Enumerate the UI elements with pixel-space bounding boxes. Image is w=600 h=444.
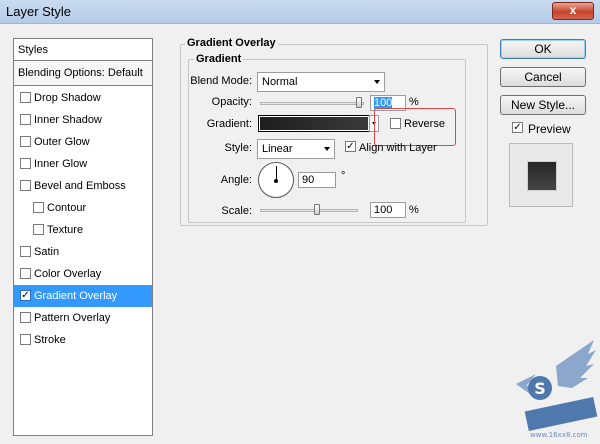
scale-value: 100	[374, 204, 393, 216]
style-item-gradient-overlay[interactable]: ✓ Gradient Overlay	[14, 285, 152, 307]
svg-text:www.16xx8.com: www.16xx8.com	[530, 431, 588, 439]
close-button[interactable]: x	[552, 2, 594, 20]
style-item-inner-glow[interactable]: Inner Glow	[14, 153, 152, 175]
style-item-label: Inner Glow	[34, 158, 88, 170]
preview-square	[528, 162, 556, 190]
style-item-pattern-overlay[interactable]: Pattern Overlay	[14, 307, 152, 329]
angle-center-dot	[274, 179, 278, 183]
style-item-checkbox[interactable]	[20, 312, 31, 323]
blending-options-item[interactable]: Blending Options: Default	[14, 61, 152, 86]
style-item-checkbox[interactable]	[20, 114, 31, 125]
blend-mode-label: Blend Mode:	[190, 75, 252, 87]
opacity-label: Opacity:	[211, 96, 252, 108]
cancel-button[interactable]: Cancel	[500, 67, 586, 87]
scale-input[interactable]: 100	[370, 202, 406, 218]
style-item-outer-glow[interactable]: Outer Glow	[14, 131, 152, 153]
ok-button[interactable]: OK	[500, 39, 586, 59]
scale-slider-track[interactable]	[260, 209, 358, 212]
scale-slider-thumb[interactable]	[314, 204, 320, 215]
window-title: Layer Style	[6, 4, 72, 19]
blend-mode-select[interactable]: Normal	[257, 72, 385, 92]
style-item-checkbox[interactable]	[20, 268, 31, 279]
style-select[interactable]: Linear	[257, 139, 335, 159]
style-item-bevel-and-emboss[interactable]: Bevel and Emboss	[14, 175, 152, 197]
preview-label: Preview	[528, 122, 571, 136]
style-item-contour[interactable]: Contour	[14, 197, 152, 219]
style-item-label: Satin	[34, 246, 60, 258]
gradient-swatch[interactable]	[258, 115, 370, 132]
style-item-label: Bevel and Emboss	[34, 180, 126, 192]
angle-unit: °	[341, 170, 346, 182]
style-value: Linear	[262, 143, 293, 155]
style-item-label: Gradient Overlay	[34, 290, 118, 302]
angle-input[interactable]: 90	[298, 172, 336, 188]
style-item-checkbox[interactable]	[20, 180, 31, 191]
svg-text:S: S	[534, 379, 546, 398]
style-item-inner-shadow[interactable]: Inner Shadow	[14, 109, 152, 131]
style-item-drop-shadow[interactable]: Drop Shadow	[14, 87, 152, 109]
preview-thumbnail	[509, 143, 573, 207]
style-item-label: Color Overlay	[34, 268, 102, 280]
angle-value: 90	[302, 174, 315, 186]
angle-dial[interactable]	[258, 162, 294, 198]
opacity-slider-thumb[interactable]	[356, 97, 362, 108]
style-item-checkbox[interactable]	[20, 334, 31, 345]
style-item-satin[interactable]: Satin	[14, 241, 152, 263]
style-item-checkbox[interactable]	[20, 136, 31, 147]
scale-unit: %	[409, 204, 419, 216]
style-item-checkbox[interactable]	[20, 92, 31, 103]
style-item-label: Inner Shadow	[34, 114, 102, 126]
angle-label: Angle:	[220, 174, 252, 186]
style-item-stroke[interactable]: Stroke	[14, 329, 152, 351]
align-with-layer-checkbox[interactable]: ✓	[345, 141, 356, 152]
gradient-subgroup-title: Gradient	[194, 53, 244, 65]
styles-list: Styles Blending Options: Default Drop Sh…	[13, 38, 153, 436]
title-bar: Layer Style x	[0, 0, 600, 24]
style-item-label: Stroke	[34, 334, 66, 346]
style-item-checkbox[interactable]: ✓	[20, 290, 31, 301]
style-label: Style:	[224, 142, 252, 154]
watermark-logo: S www.16xx8.com	[516, 340, 598, 439]
reverse-highlight-annotation	[374, 108, 456, 146]
align-with-layer-label: Align with Layer	[359, 142, 437, 154]
style-item-label: Texture	[47, 224, 84, 236]
style-item-label: Drop Shadow	[34, 92, 101, 104]
style-item-label: Pattern Overlay	[34, 312, 111, 324]
gradient-label: Gradient:	[206, 118, 252, 130]
chevron-down-icon	[324, 147, 330, 151]
scale-label: Scale:	[221, 205, 252, 217]
style-item-checkbox[interactable]	[20, 158, 31, 169]
style-item-texture[interactable]: Texture	[14, 219, 152, 241]
layer-style-dialog: Layer Style x Styles Blending Options: D…	[0, 0, 600, 444]
style-item-color-overlay[interactable]: Color Overlay	[14, 263, 152, 285]
style-item-checkbox[interactable]	[33, 224, 44, 235]
opacity-slider-track[interactable]	[260, 102, 364, 105]
style-item-checkbox[interactable]	[33, 202, 44, 213]
style-item-label: Contour	[47, 202, 87, 214]
chevron-down-icon	[374, 80, 380, 84]
new-style-button[interactable]: New Style...	[500, 95, 586, 115]
preview-checkbox[interactable]: ✓	[512, 122, 523, 133]
styles-header[interactable]: Styles	[14, 39, 152, 61]
opacity-unit: %	[409, 96, 419, 108]
style-item-label: Outer Glow	[34, 136, 90, 148]
blend-mode-value: Normal	[262, 76, 298, 88]
gradient-overlay-title: Gradient Overlay	[185, 37, 278, 49]
style-item-checkbox[interactable]	[20, 246, 31, 257]
